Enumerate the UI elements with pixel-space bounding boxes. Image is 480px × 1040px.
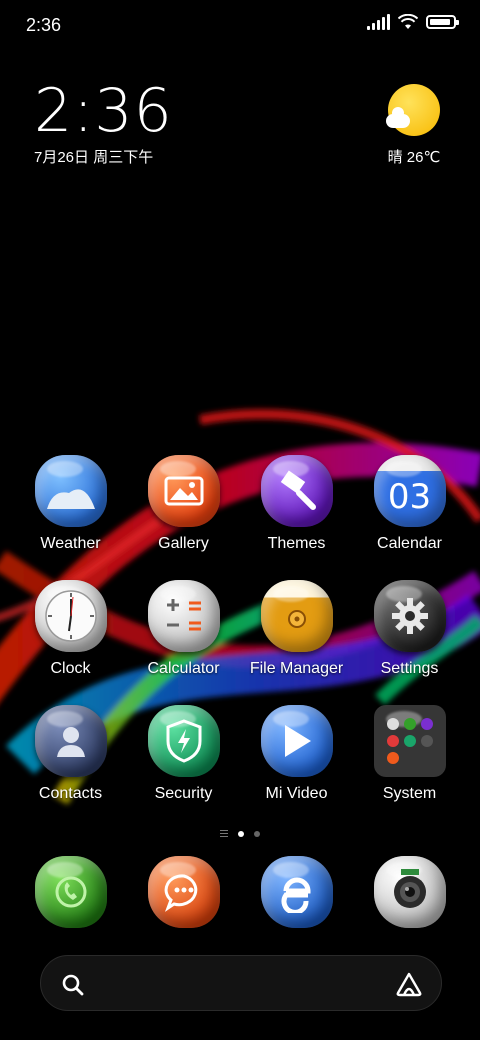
app-system-folder[interactable]: System [353, 705, 466, 810]
app-themes[interactable]: Themes [240, 455, 353, 560]
battery-icon [426, 15, 459, 29]
app-contacts[interactable]: Contacts [14, 705, 127, 810]
app-grid: Weather Gallery Themes 03 Calendar Clock… [14, 455, 466, 810]
app-label: Contacts [38, 785, 103, 802]
wifi-icon [398, 14, 418, 29]
app-label: Security [154, 785, 213, 802]
status-bar: 2:36 [0, 0, 480, 50]
status-icons [367, 14, 459, 30]
app-label: Clock [50, 660, 91, 677]
status-time: 2:36 [26, 15, 62, 35]
app-label: System [382, 785, 437, 802]
themes-icon [260, 455, 333, 527]
calendar-day: 03 [387, 477, 432, 517]
search-bar[interactable] [40, 955, 442, 1011]
sun-cloud-icon [386, 84, 440, 136]
contacts-icon [34, 705, 107, 777]
app-label: Themes [267, 535, 326, 552]
camera-icon [373, 856, 446, 928]
app-label: Settings [380, 660, 439, 677]
signal-bars-icon [367, 14, 390, 30]
page-dot[interactable] [254, 830, 260, 837]
phone-icon [34, 856, 107, 928]
app-label: Calculator [147, 660, 220, 677]
app-file-manager[interactable]: File Manager [240, 580, 353, 685]
app-label: File Manager [249, 660, 344, 677]
dock-messages[interactable] [127, 856, 240, 932]
app-label: Weather [40, 535, 101, 552]
weather-widget[interactable]: 晴 26℃ [384, 84, 444, 167]
dock-camera[interactable] [353, 856, 466, 932]
app-weather[interactable]: Weather [14, 455, 127, 560]
search-icon[interactable] [61, 973, 85, 997]
page-indicator[interactable] [0, 830, 480, 837]
app-mi-video[interactable]: Mi Video [240, 705, 353, 810]
weather-icon [34, 455, 107, 527]
folder-icon [373, 705, 446, 777]
clock-widget[interactable]: 2:36 7月26日 周三下午 [34, 78, 173, 167]
messages-icon [147, 856, 220, 928]
weather-text: 晴 26℃ [387, 149, 441, 166]
gear-icon [373, 580, 446, 652]
clock-date: 7月26日 周三下午 [34, 149, 154, 166]
app-settings[interactable]: Settings [353, 580, 466, 685]
shield-icon [147, 705, 220, 777]
app-label: Calendar [377, 535, 442, 552]
dock-browser[interactable] [240, 856, 353, 932]
app-gallery[interactable]: Gallery [127, 455, 240, 560]
clock-time: 2:36 [34, 76, 173, 146]
calendar-icon: 03 [373, 455, 446, 527]
battery-fill [430, 19, 450, 25]
dock [14, 856, 466, 932]
browser-icon [260, 856, 333, 928]
app-drawer-icon[interactable] [220, 830, 228, 837]
app-label: Gallery [158, 535, 209, 552]
calculator-icon [147, 580, 220, 652]
app-calculator[interactable]: Calculator [127, 580, 240, 685]
app-clock[interactable]: Clock [14, 580, 127, 685]
app-security[interactable]: Security [127, 705, 240, 810]
page-dot-active[interactable] [238, 830, 244, 837]
gallery-icon [147, 455, 220, 527]
app-calendar[interactable]: 03 Calendar [353, 455, 466, 560]
play-icon [260, 705, 333, 777]
dock-phone[interactable] [14, 856, 127, 932]
clock-icon [34, 580, 107, 652]
app-label: Mi Video [265, 785, 328, 802]
folder-icon [260, 580, 333, 652]
assistant-icon[interactable] [395, 971, 423, 997]
